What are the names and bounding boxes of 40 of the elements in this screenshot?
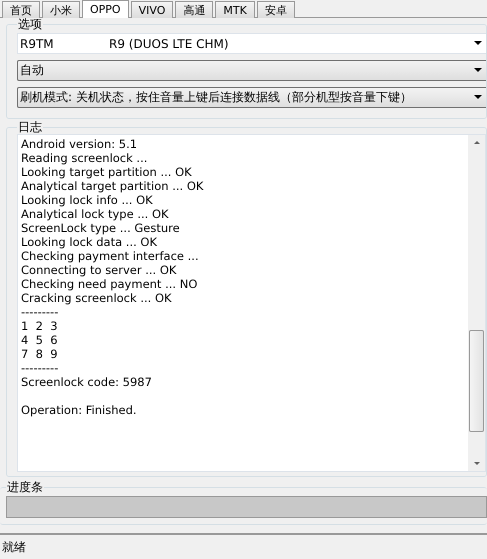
group-title: 选项	[17, 18, 43, 31]
log-line: Android version: 5.1	[21, 137, 138, 151]
scroll-thumb[interactable]	[469, 330, 484, 432]
log-line: Connecting to server ... OK	[21, 263, 178, 277]
tab[interactable]: 高通	[175, 1, 214, 18]
log-line: Analytical lock type ... OK	[21, 207, 170, 221]
log-line: Analytical target partition ... OK	[21, 179, 204, 193]
dropdown-arrow-icon	[474, 95, 482, 99]
log-line: Screenlock code: 5987	[21, 375, 153, 389]
dropdown-arrow-icon	[474, 41, 482, 45]
flash-mode-dropdown[interactable]: 刷机模式: 关机状态，按住音量上键后连接数据线（部分机型按音量下键）	[17, 87, 486, 108]
scroll-up-icon[interactable]	[474, 141, 480, 144]
status-text: 就绪	[0, 533, 487, 559]
log-line: Looking target partition ... OK	[21, 165, 193, 179]
log-line: Cracking screenlock ... OK	[21, 291, 173, 305]
log-line: ---------	[21, 361, 60, 375]
scrollbar[interactable]	[468, 135, 485, 471]
log-line: ScreenLock type ... Gesture	[21, 221, 181, 235]
log-line: Operation: Finished.	[21, 403, 138, 417]
log-line: Checking need payment ... NO	[21, 277, 198, 291]
mode-dropdown[interactable]: 自动	[17, 60, 486, 81]
tab[interactable]: VIVO	[130, 1, 174, 18]
tab[interactable]: MTK	[215, 1, 255, 18]
model-dropdown[interactable]: R9TM R9 (DUOS LTE CHM)	[17, 33, 486, 54]
dropdown-arrow-icon	[474, 68, 482, 72]
log-line: Looking lock info ... OK	[21, 193, 154, 207]
tab[interactable]: 小米	[42, 1, 80, 18]
log-line: Checking payment interface ...	[21, 249, 200, 263]
scroll-down-icon[interactable]	[474, 462, 480, 465]
group-title: 进度条	[6, 481, 44, 494]
log-line: 4 5 6	[21, 333, 59, 347]
tab[interactable]: 首页	[2, 1, 40, 18]
tab[interactable]: OPPO	[82, 0, 129, 18]
log-line: 7 8 9	[21, 347, 59, 361]
group-title: 日志	[17, 121, 43, 134]
log-line: Looking lock data ... OK	[21, 235, 158, 249]
log-line: ---------	[21, 305, 60, 319]
tab[interactable]: 安卓	[256, 1, 295, 18]
log-line: 1 2 3	[21, 319, 59, 333]
log-line: Reading screenlock ...	[21, 151, 148, 165]
